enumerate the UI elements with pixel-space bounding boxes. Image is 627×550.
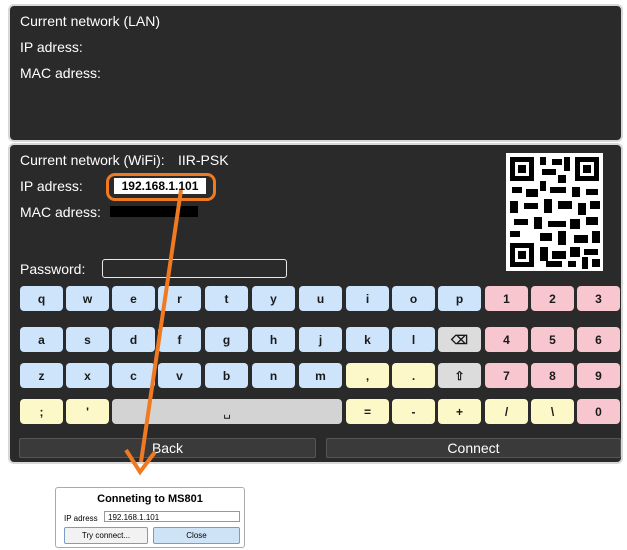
dialog-ip-label: IP adress [64,514,98,523]
dialog-ip-input[interactable]: 192.168.1.101 [104,511,240,522]
close-button[interactable]: Close [153,527,240,544]
try-connect-button[interactable]: Try connect... [64,527,148,544]
connecting-dialog: Conneting to MS801 IP adress 192.168.1.1… [55,487,245,548]
annotation-arrow [124,189,183,476]
dialog-title: Conneting to MS801 [97,493,203,505]
